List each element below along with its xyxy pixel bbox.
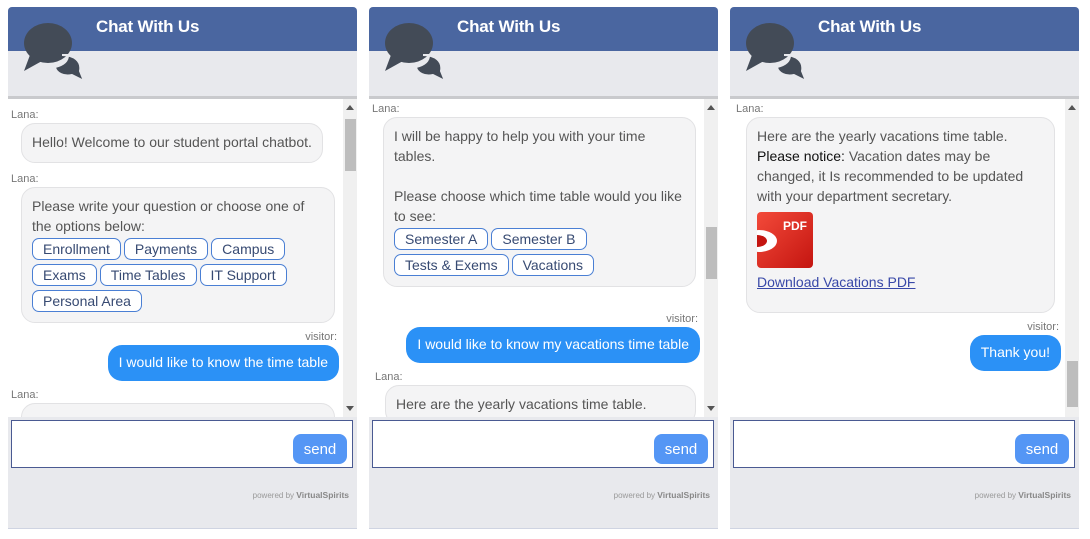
chat-title: Chat With Us	[818, 17, 922, 36]
scrollbar-thumb[interactable]	[706, 227, 717, 279]
bot-message: Here are the yearly vacations time table…	[385, 385, 696, 417]
option-it-support[interactable]: IT Support	[199, 264, 287, 286]
bot-message: I will be happy to help you with your ti…	[383, 117, 696, 287]
bot-message: Here are the yearly vacations time table…	[746, 117, 1055, 313]
message-input[interactable]	[18, 431, 292, 459]
sender-label: visitor:	[1027, 321, 1059, 333]
option-vacations[interactable]: Vacations	[511, 254, 595, 276]
option-tests-exams[interactable]: Tests & Exems	[394, 254, 509, 276]
scroll-up-icon[interactable]	[1068, 105, 1076, 110]
scroll-down-icon[interactable]	[707, 406, 715, 411]
option-semester-b[interactable]: Semester B	[491, 228, 587, 250]
download-pdf-link[interactable]: Download Vacations PDF	[757, 274, 915, 290]
sender-label: visitor:	[666, 313, 698, 325]
scrollbar-thumb[interactable]	[1067, 361, 1078, 407]
chat-bubbles-icon	[385, 23, 447, 83]
powered-by: powered by VirtualSpirits	[252, 490, 349, 500]
sender-label: Lana:	[736, 103, 764, 115]
sender-label: Lana:	[11, 109, 39, 121]
option-payments[interactable]: Payments	[123, 238, 209, 260]
bot-message-text: I will be happy to help you with your ti…	[394, 128, 646, 164]
notice-text: Please notice: Vacation dates may be cha…	[757, 148, 1024, 204]
scroll-down-icon[interactable]	[346, 406, 354, 411]
bot-message: Hello! Welcome to our student portal cha…	[21, 123, 323, 163]
quick-replies: Enrollment Payments Campus Exams Time Ta…	[32, 238, 324, 312]
send-button[interactable]: send	[293, 434, 347, 464]
option-enrollment[interactable]: Enrollment	[32, 238, 121, 260]
message-input[interactable]	[740, 431, 1014, 459]
quick-replies: Semester A Semester B Tests & Exems Vaca…	[394, 228, 685, 276]
pdf-icon[interactable]: PDF	[757, 212, 813, 268]
option-exams[interactable]: Exams	[32, 264, 97, 286]
chat-title: Chat With Us	[457, 17, 561, 36]
message-list: Lana: Hello! Welcome to our student port…	[8, 99, 343, 417]
bot-message-text: Please write your question or choose one…	[32, 198, 305, 234]
visitor-message: I would like to know my vacations time t…	[406, 327, 700, 363]
scrollbar[interactable]	[343, 99, 357, 417]
sender-label: visitor:	[305, 331, 337, 343]
scroll-up-icon[interactable]	[346, 105, 354, 110]
send-button[interactable]: send	[654, 434, 708, 464]
chat-bubbles-icon	[746, 23, 808, 83]
option-campus[interactable]: Campus	[211, 238, 286, 260]
option-semester-a[interactable]: Semester A	[394, 228, 489, 250]
bot-message: I will be happy to help you with your ti…	[21, 403, 335, 417]
scroll-up-icon[interactable]	[707, 105, 715, 110]
chat-widget-1: Chat With Us Lana: Hello! Welcome to our…	[8, 7, 357, 529]
message-input-bar: send	[733, 420, 1075, 468]
scrollbar[interactable]	[1065, 99, 1079, 417]
message-input-bar: send	[372, 420, 714, 468]
option-personal-area[interactable]: Personal Area	[32, 290, 142, 312]
message-list: Lana: Here are the yearly vacations time…	[730, 99, 1065, 417]
chat-title: Chat With Us	[96, 17, 200, 36]
visitor-message: Thank you!	[969, 335, 1061, 371]
powered-by: powered by VirtualSpirits	[613, 490, 710, 500]
sender-label: Lana:	[11, 173, 39, 185]
sender-label: Lana:	[375, 371, 403, 383]
chat-bubbles-icon	[24, 23, 86, 83]
chat-widget-3: Chat With Us Lana: Here are the yearly v…	[730, 7, 1079, 529]
chat-widget-2: Chat With Us Lana: I will be happy to he…	[369, 7, 718, 529]
bot-message: Please write your question or choose one…	[21, 187, 335, 323]
message-list: Lana: I will be happy to help you with y…	[369, 99, 704, 417]
sender-label: Lana:	[11, 389, 39, 401]
sender-label: Lana:	[372, 103, 400, 115]
bot-message-text: Here are the yearly vacations time table…	[757, 128, 1008, 144]
message-input[interactable]	[379, 431, 653, 459]
option-time-tables[interactable]: Time Tables	[99, 264, 197, 286]
send-button[interactable]: send	[1015, 434, 1069, 464]
visitor-message: I would like to know the time table	[107, 345, 339, 381]
scrollbar-thumb[interactable]	[345, 119, 356, 171]
scrollbar[interactable]	[704, 99, 718, 417]
message-input-bar: send	[11, 420, 353, 468]
powered-by: powered by VirtualSpirits	[974, 490, 1071, 500]
bot-message-text: Please choose which time table would you…	[394, 188, 682, 224]
